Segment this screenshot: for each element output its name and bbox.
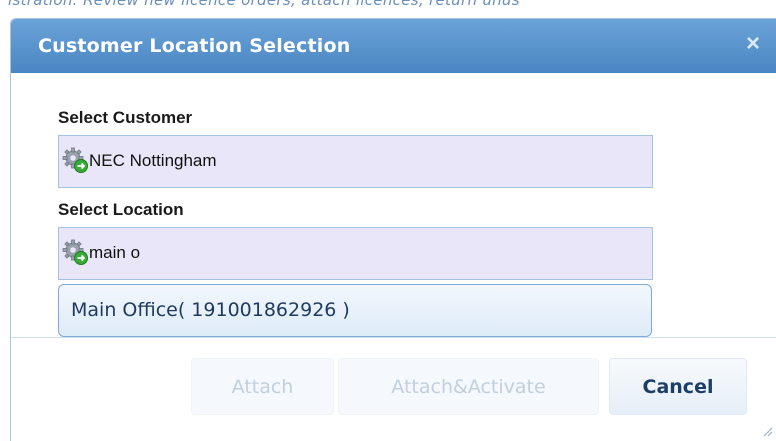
select-customer-label: Select Customer [58, 108, 193, 127]
location-suggestion-item[interactable]: Main Office( 191001862926 ) [58, 284, 652, 337]
gear-icon [62, 147, 88, 173]
resize-handle-icon[interactable] [761, 425, 773, 437]
gear-icon [62, 239, 88, 265]
dialog-title: Customer Location Selection [38, 35, 351, 57]
background-text: istration: Review new licence orders, at… [8, 0, 520, 9]
attach-button[interactable]: Attach [191, 358, 334, 415]
background-page-text: istration: Review new licence orders, at… [0, 0, 776, 12]
customer-location-dialog: Customer Location Selection × Select Cus… [10, 18, 776, 441]
select-location-label: Select Location [58, 200, 184, 219]
attach-activate-button[interactable]: Attach&Activate [338, 358, 599, 415]
customer-value: NEC Nottingham [89, 151, 217, 170]
close-icon[interactable]: × [741, 32, 765, 56]
location-value: main o [89, 243, 141, 262]
customer-input[interactable]: NEC Nottingham [58, 135, 653, 188]
dialog-divider [11, 337, 776, 338]
dialog-titlebar[interactable]: Customer Location Selection × [11, 19, 776, 73]
cancel-button[interactable]: Cancel [609, 358, 747, 415]
location-input[interactable]: main o [58, 227, 653, 280]
suggestion-label: Main Office( 191001862926 ) [71, 299, 350, 321]
